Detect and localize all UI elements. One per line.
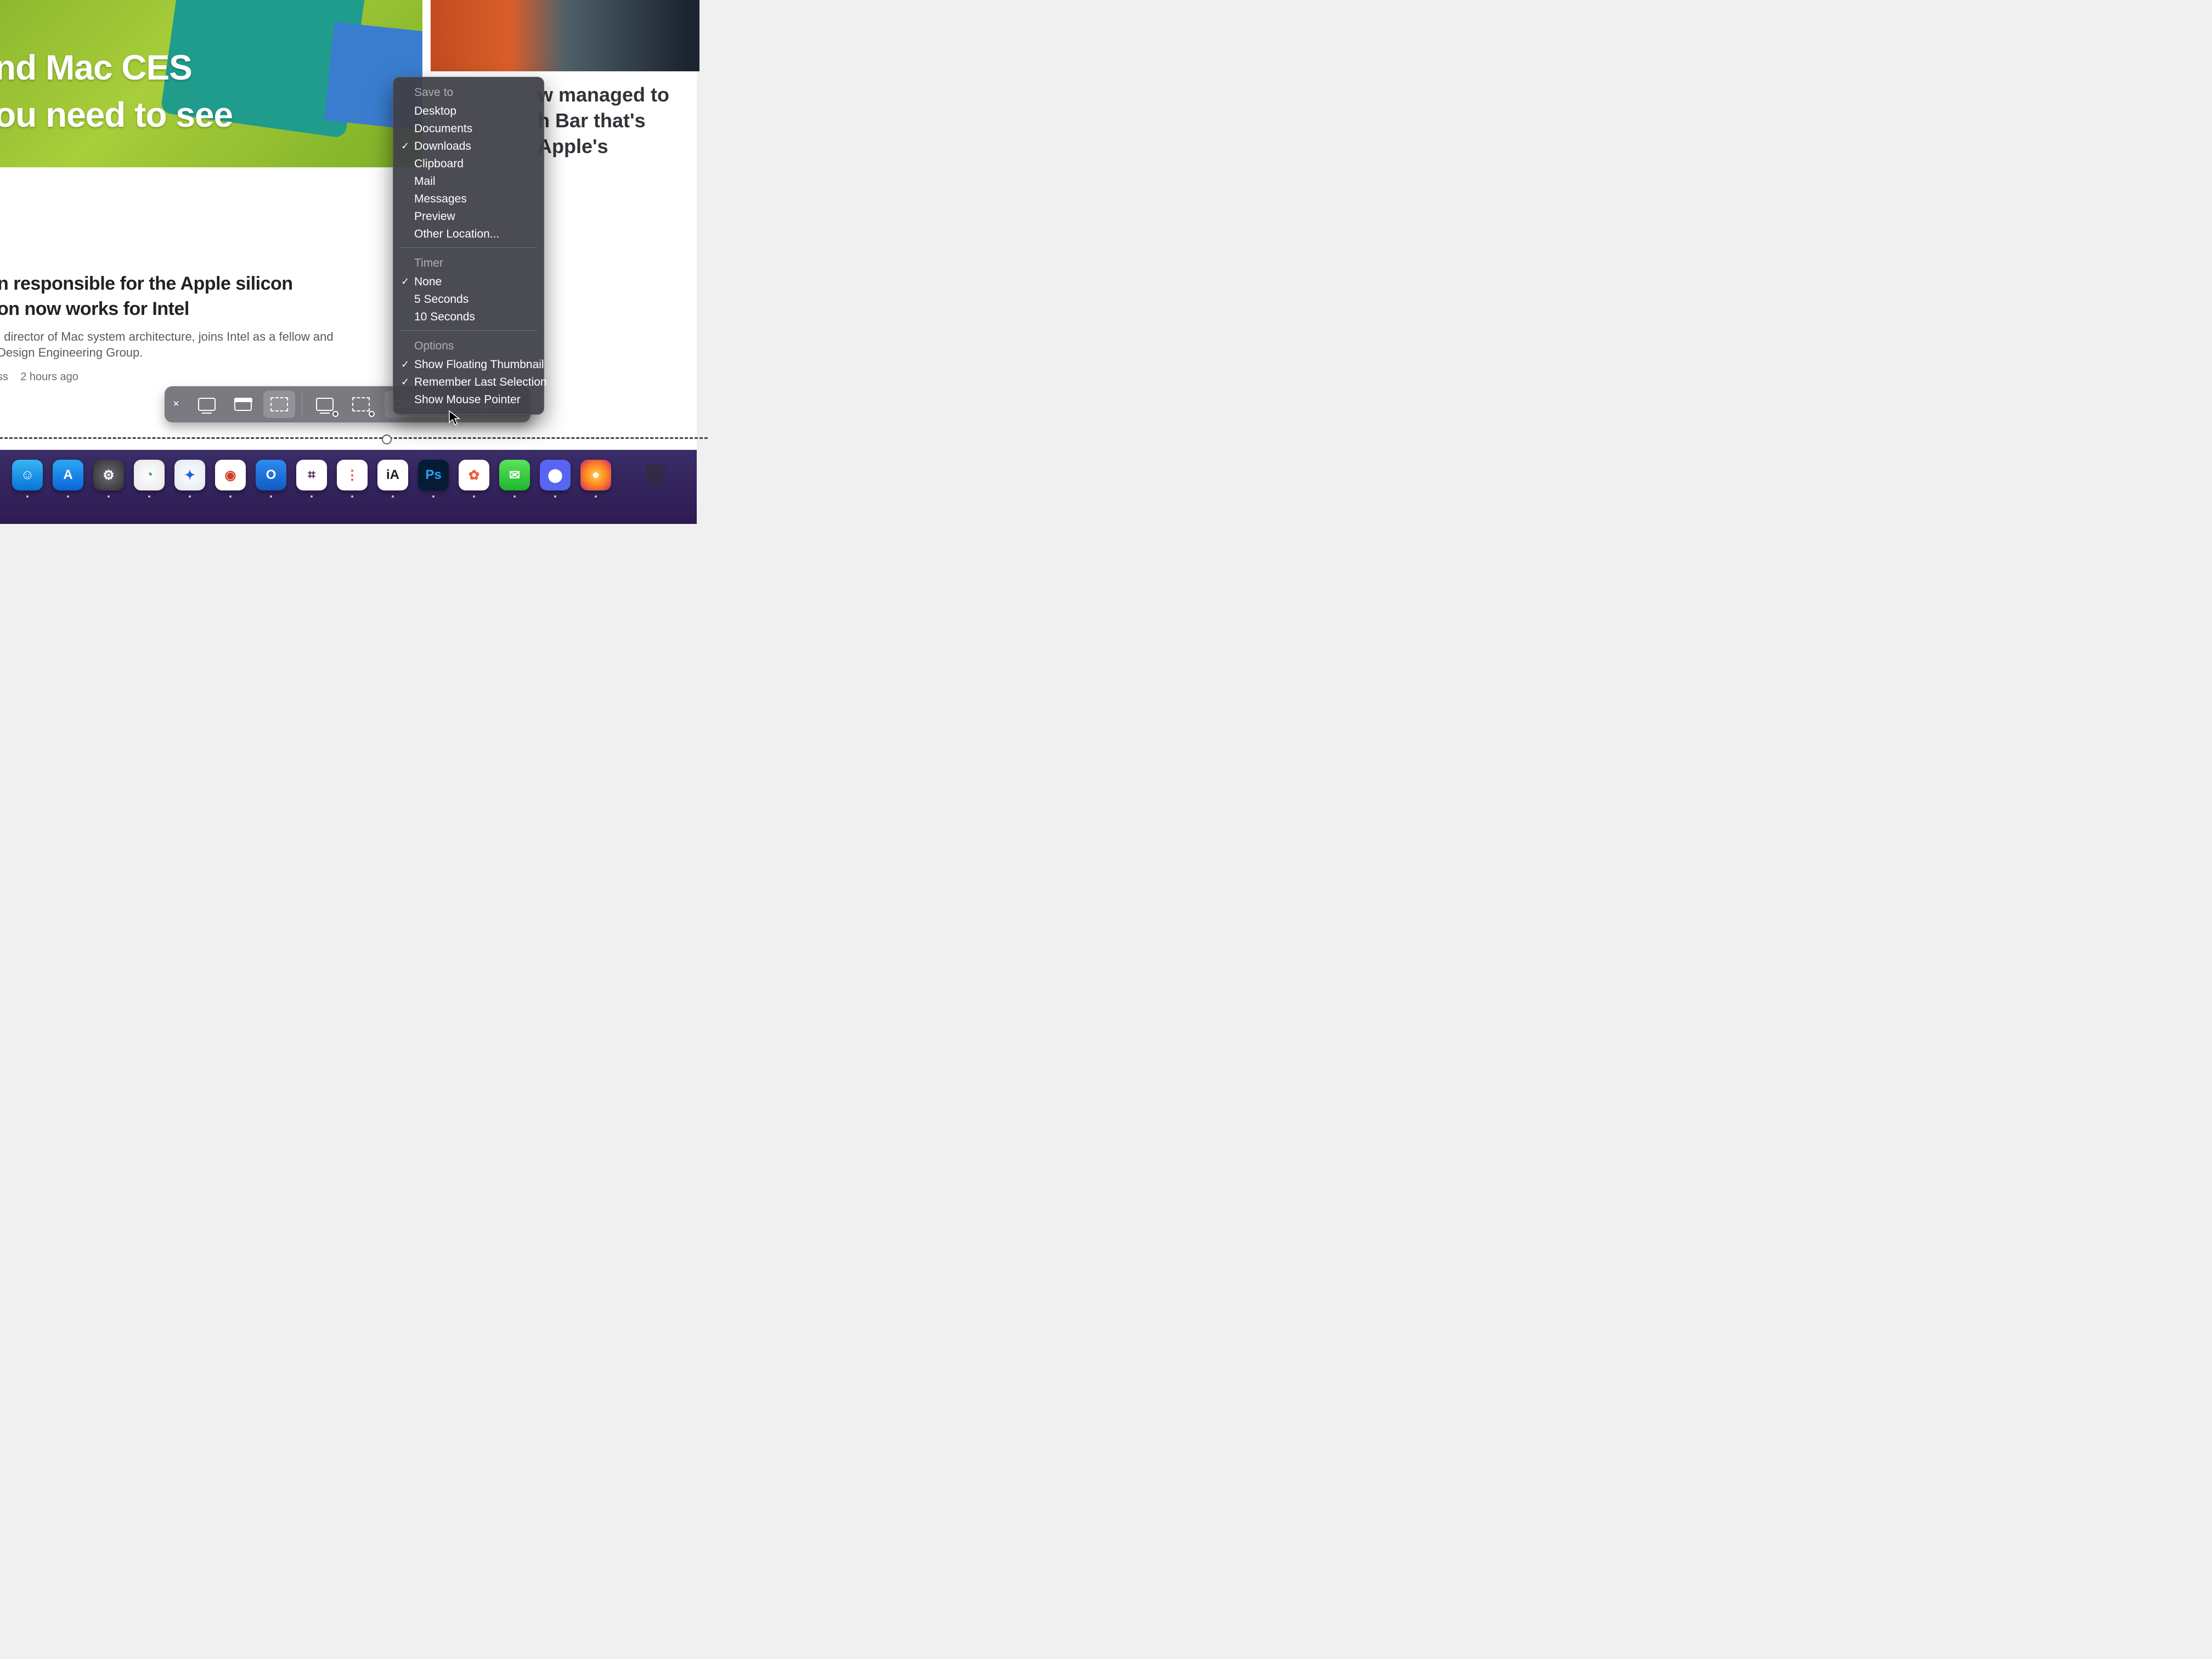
- dock-app-appstore[interactable]: A: [53, 460, 83, 490]
- menu-item-label: Mail: [414, 175, 436, 188]
- capture-entire-screen-button[interactable]: [191, 391, 223, 418]
- hero-banner-right: [431, 0, 699, 71]
- capture-window-button[interactable]: [227, 391, 259, 418]
- dock-app-messages[interactable]: ✉: [499, 460, 530, 490]
- menu-item-label: Show Mouse Pointer: [414, 393, 521, 406]
- menu-item-label: Messages: [414, 193, 467, 205]
- close-icon: ✕: [173, 399, 180, 409]
- record-entire-screen-button[interactable]: [309, 391, 341, 418]
- menu-saveto-mail[interactable]: Mail: [393, 173, 544, 190]
- menu-option-show-floating-thumbnail[interactable]: ✓ Show Floating Thumbnail: [393, 356, 544, 374]
- menu-header-timer: Timer: [393, 252, 544, 273]
- hero-banner-left: nd Mac CESou need to see: [0, 0, 422, 167]
- check-icon: ✓: [401, 276, 409, 287]
- check-icon: ✓: [401, 359, 409, 370]
- menu-item-label: None: [414, 275, 442, 288]
- trash-icon[interactable]: 🗑: [642, 459, 669, 492]
- dock-app-photoshop[interactable]: Ps: [418, 460, 449, 490]
- menu-saveto-other-location[interactable]: Other Location...: [393, 225, 544, 243]
- dock-app-firefox[interactable]: ●: [580, 460, 611, 490]
- menu-saveto-downloads[interactable]: ✓ Downloads: [393, 138, 544, 155]
- menu-saveto-messages[interactable]: Messages: [393, 190, 544, 208]
- menu-item-label: 5 Seconds: [414, 293, 469, 306]
- menu-saveto-desktop[interactable]: Desktop: [393, 103, 544, 120]
- menu-saveto-clipboard[interactable]: Clipboard: [393, 155, 544, 173]
- record-dot-icon: [369, 411, 375, 417]
- dock-app-slack[interactable]: ⌗: [296, 460, 327, 490]
- menu-timer-none[interactable]: ✓ None: [393, 273, 544, 291]
- close-button[interactable]: ✕: [169, 397, 183, 411]
- dock-app-chrome[interactable]: ◉: [215, 460, 246, 490]
- dock-app-finder[interactable]: ☺: [12, 460, 43, 490]
- hero-headline: nd Mac CESou need to see: [0, 44, 233, 139]
- menu-item-label: 10 Seconds: [414, 311, 475, 323]
- menu-option-remember-last-selection[interactable]: ✓ Remember Last Selection: [393, 374, 544, 391]
- dock-app-safari[interactable]: ✦: [174, 460, 205, 490]
- dock-app-discord[interactable]: ⬤: [540, 460, 571, 490]
- menu-item-label: Preview: [414, 210, 455, 223]
- menu-separator: [400, 330, 537, 331]
- record-dot-icon: [332, 411, 338, 417]
- capture-portion-button[interactable]: [263, 391, 295, 418]
- menu-saveto-documents[interactable]: Documents: [393, 120, 544, 138]
- menu-item-label: Remember Last Selection: [414, 376, 547, 388]
- secondary-headline: w managed toh Bar that'sApple's: [538, 82, 669, 159]
- options-menu: Save to Desktop Documents ✓ Downloads Clipbo…: [393, 77, 544, 415]
- dock-app-photos[interactable]: ✿: [459, 460, 489, 490]
- menu-item-label: Desktop: [414, 105, 456, 117]
- menu-item-label: Documents: [414, 122, 472, 135]
- menu-item-label: Other Location...: [414, 228, 499, 240]
- article-meta: ss 2 hours ago: [0, 371, 334, 383]
- dock: ☺ A ⚙ ◔ ✦ ◉ O ⌗ ⋮ iA Ps ✿ ✉ ⬤ ●: [12, 460, 611, 490]
- window-icon: [234, 398, 252, 411]
- screen-icon: [316, 398, 334, 411]
- menu-separator: [400, 247, 537, 248]
- menu-option-show-mouse-pointer[interactable]: Show Mouse Pointer: [393, 391, 544, 409]
- screen-icon: [198, 398, 216, 411]
- dock-app-outlook[interactable]: O: [256, 460, 286, 490]
- menu-header-save-to: Save to: [393, 82, 544, 103]
- menu-saveto-preview[interactable]: Preview: [393, 208, 544, 225]
- menu-item-label: Downloads: [414, 140, 471, 153]
- record-portion-button[interactable]: [345, 391, 377, 418]
- background-webpage: nd Mac CESou need to see w managed toh B…: [0, 0, 697, 523]
- dock-app-settings[interactable]: ⚙: [93, 460, 124, 490]
- check-icon: ✓: [401, 376, 409, 388]
- menu-header-options: Options: [393, 335, 544, 356]
- article-body: , director of Mac system architecture, j…: [0, 329, 334, 361]
- dock-app-iawriter[interactable]: iA: [377, 460, 408, 490]
- check-icon: ✓: [401, 140, 409, 152]
- selection-icon: [270, 397, 288, 411]
- menu-timer-10-seconds[interactable]: 10 Seconds: [393, 308, 544, 326]
- selection-icon: [352, 397, 370, 411]
- article-title: n responsible for the Apple siliconon no…: [0, 272, 334, 322]
- article-preview: n responsible for the Apple siliconon no…: [0, 272, 334, 383]
- menu-timer-5-seconds[interactable]: 5 Seconds: [393, 291, 544, 308]
- dock-app-activity[interactable]: ◔: [134, 460, 165, 490]
- dock-app-monday[interactable]: ⋮: [337, 460, 368, 490]
- desktop-background: ☺ A ⚙ ◔ ✦ ◉ O ⌗ ⋮ iA Ps ✿ ✉ ⬤ ● 🗑: [0, 450, 697, 524]
- article-time: 2 hours ago: [20, 371, 78, 383]
- menu-item-label: Show Floating Thumbnail: [414, 358, 544, 371]
- menu-item-label: Clipboard: [414, 157, 464, 170]
- article-source: ss: [0, 371, 8, 383]
